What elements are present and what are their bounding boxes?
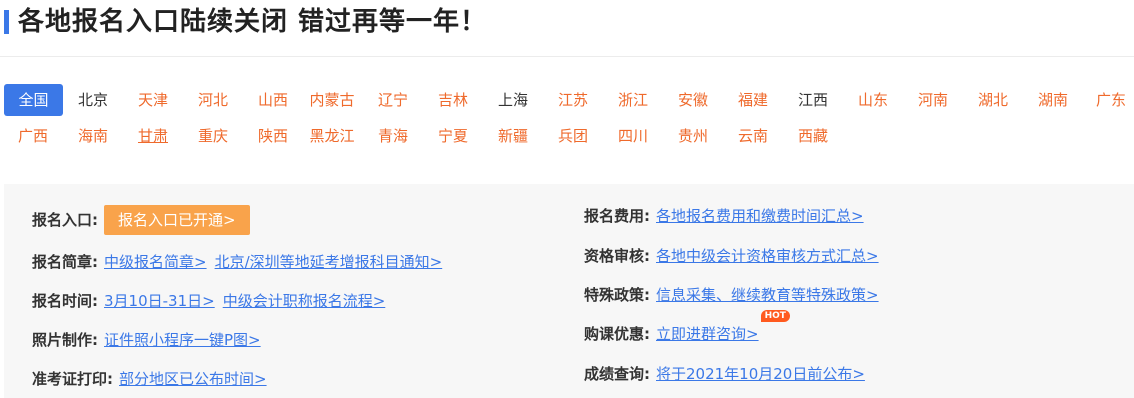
region-tab-xinjiang[interactable]: 新疆 [488, 120, 538, 152]
info-row-special-policy: 特殊政策: 信息采集、继续教育等特殊政策> [584, 280, 887, 310]
info-label: 特殊政策: [584, 286, 650, 304]
join-group-link[interactable]: 立即进群咨询> [656, 325, 759, 343]
region-tab-guangdong[interactable]: 广东 [1088, 84, 1134, 116]
region-tab-hubei[interactable]: 湖北 [968, 84, 1018, 116]
region-tab-heilongjiang[interactable]: 黑龙江 [300, 120, 364, 152]
score-release-link[interactable]: 将于2021年10月20日前公布> [656, 365, 865, 383]
info-row-score-query: 成绩查询: 将于2021年10月20日前公布> [584, 359, 873, 389]
info-label: 购课优惠: [584, 325, 650, 343]
region-tab-jilin[interactable]: 吉林 [428, 84, 478, 116]
info-row-admission-ticket: 准考证打印: 部分地区已公布时间> [32, 364, 275, 394]
region-tab-gansu[interactable]: 甘肃 [128, 120, 178, 152]
region-tab-fujian[interactable]: 福建 [728, 84, 778, 116]
hot-badge: HOT [760, 310, 790, 322]
region-tab-shaanxi[interactable]: 陕西 [248, 120, 298, 152]
brochure-link[interactable]: 中级报名简章> [104, 253, 207, 271]
region-tab-hainan[interactable]: 海南 [68, 120, 118, 152]
region-tab-liaoning[interactable]: 辽宁 [368, 84, 418, 116]
region-tab-henan[interactable]: 河南 [908, 84, 958, 116]
signup-process-link[interactable]: 中级会计职称报名流程> [223, 292, 386, 310]
page-title: 各地报名入口陆续关闭 错过再等一年！ [18, 7, 488, 37]
region-tab-shandong[interactable]: 山东 [848, 84, 898, 116]
region-tab-guangxi[interactable]: 广西 [8, 120, 58, 152]
signup-entry-button[interactable]: 报名入口已开通> [104, 205, 250, 235]
region-tab-jiangxi[interactable]: 江西 [788, 84, 838, 116]
info-label: 报名时间: [32, 292, 98, 310]
info-panel: 报名入口: 报名入口已开通> 报名简章: 中级报名简章> 北京/深圳等地延考增报科目通… [4, 184, 1134, 398]
info-label: 成绩查询: [584, 365, 650, 383]
region-tab-shanghai[interactable]: 上海 [488, 84, 538, 116]
info-label: 报名简章: [32, 253, 98, 271]
info-label: 准考证打印: [32, 370, 113, 388]
region-tab-ningxia[interactable]: 宁夏 [428, 120, 478, 152]
region-tab-bingtuan[interactable]: 兵团 [548, 120, 598, 152]
info-label: 报名入口: [32, 211, 98, 229]
special-policy-link[interactable]: 信息采集、继续教育等特殊政策> [656, 286, 879, 304]
info-label: 照片制作: [32, 331, 98, 349]
postpone-notice-link[interactable]: 北京/深圳等地延考增报科目通知> [215, 253, 443, 271]
signup-date-link[interactable]: 3月10日-31日> [104, 292, 215, 310]
info-row-course-discount: 购课优惠: 立即进群咨询>HOT [584, 310, 790, 349]
qualification-review-link[interactable]: 各地中级会计资格审核方式汇总> [656, 247, 879, 265]
region-tab-jiangsu[interactable]: 江苏 [548, 84, 598, 116]
region-tab-beijing[interactable]: 北京 [68, 84, 118, 116]
region-tab-hunan[interactable]: 湖南 [1028, 84, 1078, 116]
region-tab-neimenggu[interactable]: 内蒙古 [300, 84, 364, 116]
region-tab-tianjin[interactable]: 天津 [128, 84, 178, 116]
info-row-signup-time: 报名时间: 3月10日-31日> 中级会计职称报名流程> [32, 286, 393, 316]
region-tab-hebei[interactable]: 河北 [188, 84, 238, 116]
fees-summary-link[interactable]: 各地报名费用和缴费时间汇总> [656, 207, 864, 225]
region-tab-national[interactable]: 全国 [4, 84, 63, 116]
region-tab-xizang[interactable]: 西藏 [788, 120, 838, 152]
region-tab-yunnan[interactable]: 云南 [728, 120, 778, 152]
region-tab-shanxi[interactable]: 山西 [248, 84, 298, 116]
title-accent-bar [4, 10, 9, 34]
admission-ticket-link[interactable]: 部分地区已公布时间> [119, 370, 267, 388]
region-tab-guizhou[interactable]: 贵州 [668, 120, 718, 152]
region-tab-zhejiang[interactable]: 浙江 [608, 84, 658, 116]
photo-tool-link[interactable]: 证件照小程序一键P图> [104, 331, 261, 349]
page-header: 各地报名入口陆续关闭 错过再等一年！ [0, 0, 1134, 57]
region-tab-chongqing[interactable]: 重庆 [188, 120, 238, 152]
info-row-brochure: 报名简章: 中级报名简章> 北京/深圳等地延考增报科目通知> [32, 247, 450, 277]
region-tab-sichuan[interactable]: 四川 [608, 120, 658, 152]
region-tab-anhui[interactable]: 安徽 [668, 84, 718, 116]
info-label: 资格审核: [584, 247, 650, 265]
info-row-fees: 报名费用: 各地报名费用和缴费时间汇总> [584, 201, 872, 231]
info-row-signup-entry: 报名入口: 报名入口已开通> [32, 205, 250, 235]
info-row-photo: 照片制作: 证件照小程序一键P图> [32, 325, 269, 355]
info-row-qualification: 资格审核: 各地中级会计资格审核方式汇总> [584, 241, 887, 271]
info-label: 报名费用: [584, 207, 650, 225]
region-tab-qinghai[interactable]: 青海 [368, 120, 418, 152]
